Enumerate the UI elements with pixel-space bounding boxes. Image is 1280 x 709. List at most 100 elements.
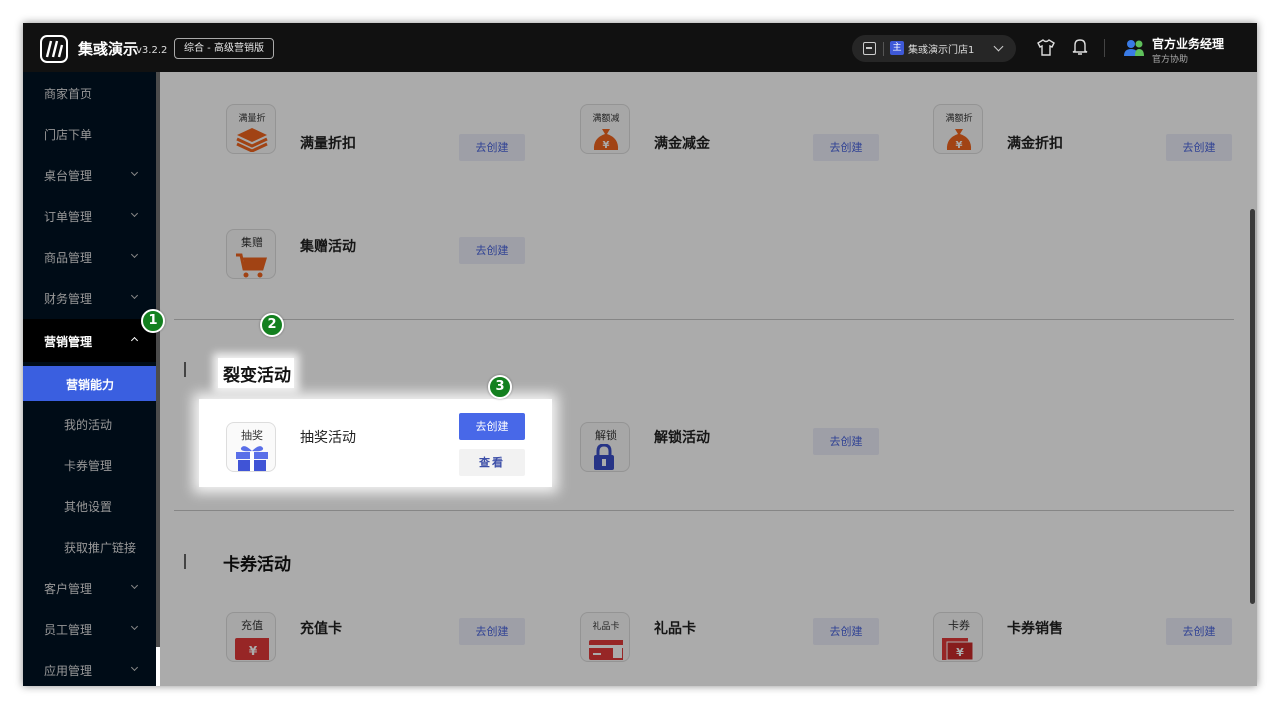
sidebar-item-label: 营销能力 xyxy=(66,378,115,392)
sidebar-item-store-order[interactable]: 门店下单 xyxy=(23,113,156,154)
sidebar-item-label: 卡券管理 xyxy=(64,459,113,473)
create-button[interactable]: 去创建 xyxy=(1166,618,1232,645)
activity-name: 满金折扣 xyxy=(1007,136,1063,152)
store-selector[interactable]: 主 集彧演示门店1 xyxy=(852,35,1016,62)
section-title-fission-highlight: 裂变活动 xyxy=(223,366,291,386)
svg-text:¥: ¥ xyxy=(956,140,963,151)
activity-name: 充值卡 xyxy=(300,621,342,637)
store-badge: 主 xyxy=(890,41,904,55)
chevron-down-icon xyxy=(130,168,139,177)
user-name[interactable]: 官方业务经理 xyxy=(1152,35,1224,52)
sidebar-item-orders[interactable]: 订单管理 xyxy=(23,195,156,236)
activity-tile: 解锁 xyxy=(580,422,630,472)
sidebar-item-other-settings[interactable]: 其他设置 xyxy=(23,485,156,526)
store-name: 集彧演示门店1 xyxy=(908,45,975,56)
sidebar-item-marketing[interactable]: 营销管理 xyxy=(23,319,156,362)
activity-tile: 抽奖 xyxy=(226,422,276,472)
sidebar-item-label: 员工管理 xyxy=(44,623,93,637)
shirt-icon[interactable] xyxy=(1037,39,1055,56)
sidebar-item-label: 商品管理 xyxy=(44,251,93,265)
divider xyxy=(883,42,884,56)
sidebar-item-label: 订单管理 xyxy=(44,210,93,224)
tile-label: 礼品卡 xyxy=(592,622,620,632)
create-button[interactable]: 去创建 xyxy=(813,428,879,455)
svg-text:¥: ¥ xyxy=(603,140,610,151)
create-button[interactable]: 去创建 xyxy=(813,134,879,161)
chevron-down-icon xyxy=(130,291,139,300)
step-marker-3: 3 xyxy=(488,375,512,399)
sidebar-item-marketing-capability[interactable]: 营销能力 xyxy=(23,366,160,401)
main-content: 满量折 满量折扣 去创建 满额减 ¥ 满金减金 去创建 满额折 ¥ 满金折扣 去… xyxy=(160,72,1257,686)
section-marker xyxy=(184,554,186,569)
sidebar-item-apps[interactable]: 应用管理 xyxy=(23,649,156,686)
tile-label: 卡券 xyxy=(948,619,970,632)
sidebar-item-label: 商家首页 xyxy=(44,87,93,101)
create-button[interactable]: 去创建 xyxy=(813,618,879,645)
divider xyxy=(1104,39,1105,57)
sidebar-item-label: 客户管理 xyxy=(44,582,93,596)
activity-name: 解锁活动 xyxy=(654,430,710,446)
sidebar-item-coupon-management[interactable]: 卡券管理 xyxy=(23,444,156,485)
svg-text:¥: ¥ xyxy=(249,644,258,658)
sidebar-item-label: 获取推广链接 xyxy=(64,541,137,555)
main-scrollbar[interactable] xyxy=(1250,209,1255,604)
sidebar-item-label: 应用管理 xyxy=(44,664,93,678)
section-divider xyxy=(174,510,1234,511)
sidebar-item-staff[interactable]: 员工管理 xyxy=(23,608,156,649)
step-marker-1: 1 xyxy=(141,309,165,333)
tile-label: 解锁 xyxy=(595,429,617,442)
chevron-down-icon xyxy=(130,581,139,590)
sidebar-item-home[interactable]: 商家首页 xyxy=(23,72,156,113)
edition-badge: 综合 - 高级营销版 xyxy=(174,38,274,59)
create-button[interactable]: 去创建 xyxy=(459,618,525,645)
chevron-down-icon xyxy=(993,41,1004,52)
section-title-coupon: 卡券活动 xyxy=(223,555,291,575)
sidebar-item-customers[interactable]: 客户管理 xyxy=(23,567,156,608)
activity-tile: 集赠 xyxy=(226,229,276,279)
activity-tile: 满额折 ¥ xyxy=(933,104,983,154)
sidebar-item-tables[interactable]: 桌台管理 xyxy=(23,154,156,195)
activity-name: 满金减金 xyxy=(654,136,710,152)
sidebar-item-label: 我的活动 xyxy=(64,418,113,432)
lottery-view-button[interactable]: 查看 xyxy=(459,449,525,476)
bell-icon[interactable] xyxy=(1072,38,1088,56)
create-button[interactable]: 去创建 xyxy=(459,237,525,264)
gift-card-icon xyxy=(589,640,623,660)
sidebar-item-my-activities[interactable]: 我的活动 xyxy=(23,403,156,444)
chevron-down-icon xyxy=(130,663,139,672)
activity-tile: 满量折 xyxy=(226,104,276,154)
sidebar-item-label: 门店下单 xyxy=(44,128,93,142)
version-label: v3.2.2 xyxy=(136,45,168,56)
activity-name: 抽奖活动 xyxy=(300,430,356,446)
section-divider xyxy=(174,319,1234,320)
create-button[interactable]: 去创建 xyxy=(1166,134,1232,161)
sidebar-item-label: 桌台管理 xyxy=(44,169,93,183)
lock-icon xyxy=(594,444,614,470)
user-role: 官方协助 xyxy=(1152,55,1189,65)
activity-name: 满量折扣 xyxy=(300,136,356,152)
tile-label: 满额折 xyxy=(945,114,973,124)
activity-name: 卡券销售 xyxy=(1007,621,1063,637)
user-group-icon xyxy=(1124,40,1144,56)
activity-tile: 充值 ¥ xyxy=(226,612,276,662)
sidebar-item-label: 其他设置 xyxy=(64,500,113,514)
section-marker xyxy=(184,362,186,377)
tile-label: 充值 xyxy=(241,619,263,632)
sidebar-item-products[interactable]: 商品管理 xyxy=(23,236,156,277)
lottery-create-button[interactable]: 去创建 xyxy=(459,413,525,440)
sidebar-item-finance[interactable]: 财务管理 xyxy=(23,277,156,318)
sidebar-item-promo-link[interactable]: 获取推广链接 xyxy=(23,526,156,567)
activity-name: 集赠活动 xyxy=(300,239,356,255)
chevron-down-icon xyxy=(130,622,139,631)
activity-name: 礼品卡 xyxy=(654,621,696,637)
chevron-down-icon xyxy=(130,250,139,259)
sidebar-item-label: 财务管理 xyxy=(44,292,93,306)
tile-label: 集赠 xyxy=(241,236,263,249)
gift-icon xyxy=(236,446,268,471)
sidebar-item-label: 营销管理 xyxy=(44,335,93,349)
tile-label: 抽奖 xyxy=(241,429,263,442)
money-bag-icon: ¥ xyxy=(946,129,972,151)
store-icon xyxy=(863,42,876,55)
create-button[interactable]: 去创建 xyxy=(459,134,525,161)
tile-label: 满量折 xyxy=(238,114,266,124)
